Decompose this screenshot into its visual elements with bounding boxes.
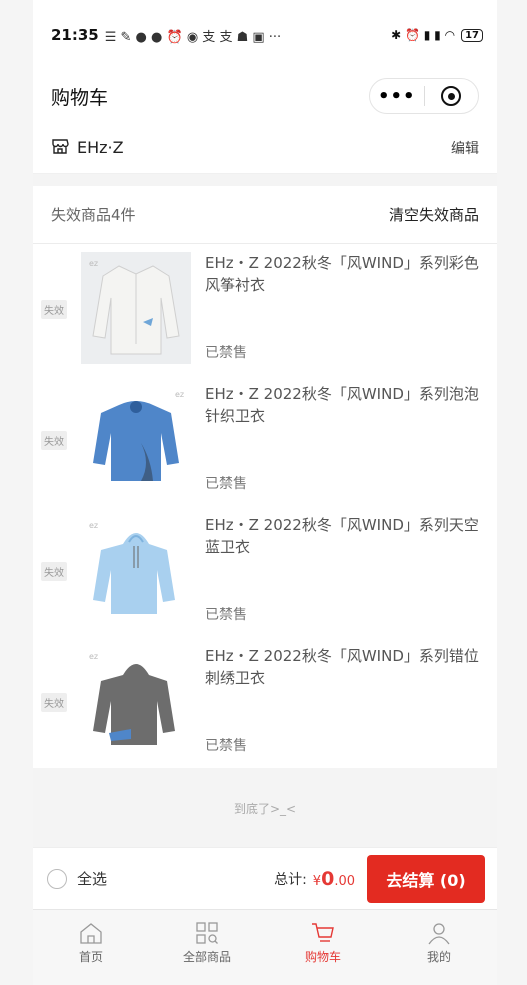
select-all-label[interactable]: 全选 <box>77 868 274 889</box>
tab-all-products[interactable]: 全部商品 <box>149 910 265 985</box>
shop-name: EHz·Z <box>77 138 124 157</box>
tab-label: 我的 <box>426 950 451 964</box>
select-all-radio[interactable] <box>47 868 67 889</box>
tab-mine[interactable]: 我的 <box>381 910 497 985</box>
phone-screen: 21:35 ☰ ✎ ● ● ⏰ ◉ 支 支 ☗ ▣ ··· ✱ ⏰ ▮ ▮ ◠ … <box>33 0 497 985</box>
invalid-tag: 失效 <box>41 300 67 319</box>
page-title: 购物车 <box>51 86 109 109</box>
product-thumbnail: ez <box>81 645 191 757</box>
clear-invalid-button[interactable]: 清空失效商品 <box>389 204 479 225</box>
invalid-item-list: 失效 ez EHz・Z 2022秋冬「风WIND」系列彩色风筝衬衣 已禁售 失效… <box>33 244 497 768</box>
more-menu-button[interactable]: ••• <box>370 86 424 107</box>
invalid-count: 失效商品4件 <box>51 206 136 224</box>
product-name: EHz・Z 2022秋冬「风WIND」系列错位刺绣卫衣 <box>205 647 479 687</box>
cart-item[interactable]: 失效 ez EHz・Z 2022秋冬「风WIND」系列泡泡针织卫衣 已禁售 <box>33 375 497 506</box>
product-name: EHz・Z 2022秋冬「风WIND」系列天空蓝卫衣 <box>205 516 479 556</box>
cart-item[interactable]: 失效 ez EHz・Z 2022秋冬「风WIND」系列彩色风筝衬衣 已禁售 <box>33 244 497 375</box>
item-info: EHz・Z 2022秋冬「风WIND」系列天空蓝卫衣 <box>205 514 485 558</box>
total-label: 总计: <box>274 871 307 888</box>
invalid-tag: 失效 <box>41 562 67 581</box>
product-name: EHz・Z 2022秋冬「风WIND」系列泡泡针织卫衣 <box>205 385 479 425</box>
tab-bar: 首页 全部商品 购物车 我的 <box>33 909 497 985</box>
invalid-tag: 失效 <box>41 693 67 712</box>
battery-icon: 17 <box>461 28 483 42</box>
tab-label: 全部商品 <box>182 950 231 964</box>
checkout-button[interactable]: 去结算 (0) <box>367 854 485 903</box>
cart-item[interactable]: 失效 ez EHz・Z 2022秋冬「风WIND」系列错位刺绣卫衣 已禁售 <box>33 637 497 768</box>
product-status: 已禁售 <box>205 607 247 623</box>
store-icon <box>51 137 69 159</box>
invalid-tag: 失效 <box>41 431 67 450</box>
product-status: 已禁售 <box>205 476 247 492</box>
invalid-items-header: 失效商品4件 清空失效商品 <box>33 186 497 244</box>
tab-label: 购物车 <box>304 950 341 964</box>
signal-icons: ✱ ⏰ ▮ ▮ ◠ <box>391 28 456 42</box>
cart-icon <box>312 923 334 942</box>
item-info: EHz・Z 2022秋冬「风WIND」系列错位刺绣卫衣 <box>205 645 485 689</box>
mini-program-capsule: ••• <box>369 78 479 114</box>
target-icon <box>441 86 462 106</box>
product-name: EHz・Z 2022秋冬「风WIND」系列彩色风筝衬衣 <box>205 254 479 294</box>
close-button[interactable] <box>425 86 479 106</box>
item-info: EHz・Z 2022秋冬「风WIND」系列泡泡针织卫衣 <box>205 383 485 427</box>
status-time: 21:35 <box>51 26 99 44</box>
tab-cart[interactable]: 购物车 <box>265 910 381 985</box>
svg-text:ez: ez <box>175 390 184 399</box>
product-thumbnail: ez <box>81 514 191 626</box>
end-of-list-tip: 到底了>_< <box>233 801 297 816</box>
home-icon <box>80 923 102 944</box>
svg-text:ez: ez <box>89 259 98 268</box>
item-info: EHz・Z 2022秋冬「风WIND」系列彩色风筝衬衣 <box>205 252 485 296</box>
user-icon <box>428 923 450 945</box>
status-bar: 21:35 ☰ ✎ ● ● ⏰ ◉ 支 支 ☗ ▣ ··· ✱ ⏰ ▮ ▮ ◠ … <box>33 0 497 70</box>
cart-item[interactable]: 失效 ez EHz・Z 2022秋冬「风WIND」系列天空蓝卫衣 已禁售 <box>33 506 497 637</box>
checkout-bar: 全选 总计: ¥0.00 去结算 (0) <box>33 847 497 909</box>
tab-home[interactable]: 首页 <box>33 910 149 985</box>
product-status: 已禁售 <box>205 345 247 361</box>
product-thumbnail: ez <box>81 252 191 364</box>
total-price: ¥0.00 <box>312 867 355 890</box>
notification-icons: ☰ ✎ ● ● ⏰ ◉ 支 支 ☗ ▣ ··· <box>104 29 282 45</box>
shop-row[interactable]: EHz·Z 编辑 <box>33 122 497 174</box>
nav-header: 购物车 ••• <box>33 70 497 122</box>
product-status: 已禁售 <box>205 738 247 754</box>
svg-text:ez: ez <box>89 521 98 530</box>
svg-text:ez: ez <box>89 652 98 661</box>
product-thumbnail: ez <box>81 383 191 495</box>
grid-icon <box>196 922 218 944</box>
tab-label: 首页 <box>78 950 103 964</box>
edit-button[interactable]: 编辑 <box>451 138 479 158</box>
system-icons: ✱ ⏰ ▮ ▮ ◠ 17 <box>391 28 483 42</box>
